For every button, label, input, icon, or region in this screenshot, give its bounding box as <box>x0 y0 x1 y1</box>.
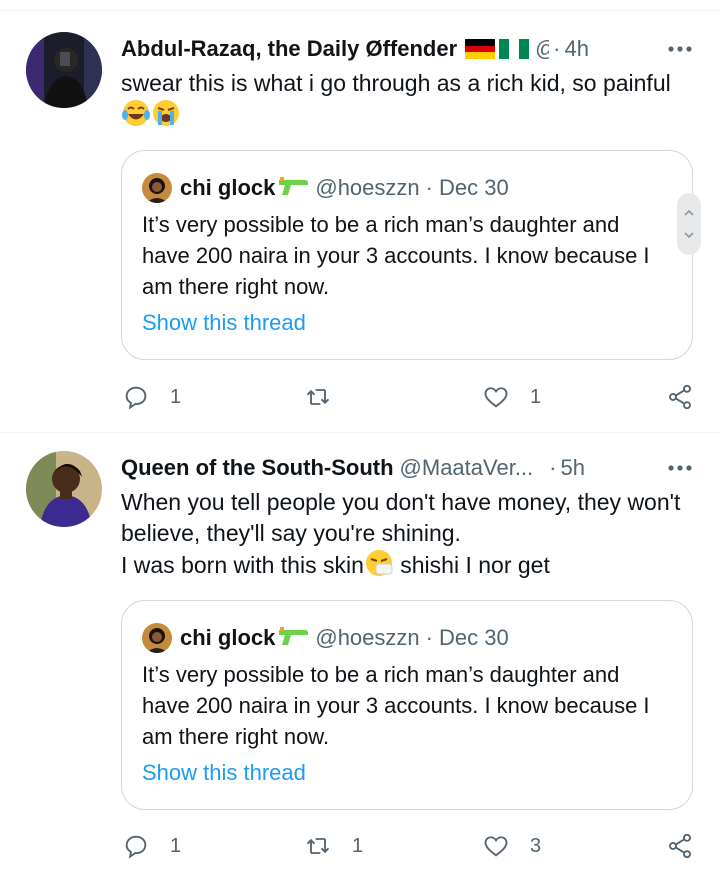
scroll-handle[interactable] <box>677 193 701 255</box>
more-icon[interactable] <box>666 453 694 483</box>
display-name[interactable]: Queen of the South-South <box>121 455 394 481</box>
quoted-tweet[interactable]: chi glock @hoeszzn · Dec 30 It’s very po… <box>121 600 693 810</box>
separator-dot: · <box>425 625 433 650</box>
loudly-crying-face-icon <box>151 99 181 135</box>
show-thread-link[interactable]: Show this thread <box>142 310 306 336</box>
water-pistol-icon <box>277 624 309 653</box>
quoted-tweet-header: chi glock @hoeszzn · Dec 30 <box>142 621 509 655</box>
tweet-text-line-2a: I was born with this skin <box>121 552 364 579</box>
retweet-count: 1 <box>352 834 364 857</box>
share-button[interactable] <box>666 382 694 412</box>
reply-icon <box>125 835 147 859</box>
reply-count: 1 <box>170 385 182 408</box>
quoted-date[interactable]: Dec 30 <box>439 625 509 651</box>
quoted-tweet-header: chi glock @hoeszzn · Dec 30 <box>142 171 509 205</box>
heart-icon <box>484 836 508 857</box>
handle[interactable]: @ <box>535 36 549 62</box>
water-pistol-icon <box>277 174 309 203</box>
heart-icon <box>484 387 508 408</box>
quoted-tweet[interactable]: chi glock @hoeszzn · Dec 30 It’s very po… <box>121 150 693 360</box>
reply-icon <box>125 386 147 410</box>
handle[interactable]: @MaataVer... <box>400 455 534 481</box>
timestamp[interactable]: 5h <box>560 455 584 481</box>
reply-button[interactable]: 1 <box>122 831 181 861</box>
timestamp[interactable]: 4h <box>564 36 588 62</box>
tweet-header: Abdul-Razaq, the Daily Øffender @ · 4h <box>121 34 700 64</box>
tweet-header: Queen of the South-South @MaataVer... · … <box>121 453 700 483</box>
like-count: 1 <box>530 385 542 408</box>
tweet-text-line-2b: shishi I nor get <box>393 552 550 579</box>
quoted-text: It’s very possible to be a rich man’s da… <box>142 662 650 749</box>
share-icon <box>669 384 691 410</box>
retweet-icon <box>306 389 330 405</box>
quoted-display-name[interactable]: chi glock <box>180 175 275 201</box>
tweet-text: When you tell people you don't have mone… <box>121 487 681 585</box>
retweet-button[interactable] <box>304 382 352 412</box>
face-with-tears-of-joy-icon <box>121 99 151 135</box>
quoted-text: It’s very possible to be a rich man’s da… <box>142 212 650 299</box>
tweet-2[interactable]: Queen of the South-South @MaataVer... · … <box>0 433 720 877</box>
display-name[interactable]: Abdul-Razaq, the Daily Øffender <box>121 36 457 62</box>
retweet-icon <box>306 838 330 854</box>
show-thread-link[interactable]: Show this thread <box>142 760 306 786</box>
reply-count: 1 <box>170 834 182 857</box>
share-button[interactable] <box>666 831 694 861</box>
quoted-handle[interactable]: @hoeszzn <box>315 175 419 201</box>
tweet-1[interactable]: Abdul-Razaq, the Daily Øffender @ · 4h s… <box>0 0 720 432</box>
quoted-date[interactable]: Dec 30 <box>439 175 509 201</box>
tweet-text: swear this is what i go through as a ric… <box>121 68 681 135</box>
tweet-text-content: swear this is what i go through as a ric… <box>121 70 671 96</box>
separator-dot: · <box>553 36 561 61</box>
avatar[interactable] <box>26 451 102 527</box>
like-count: 3 <box>530 834 542 857</box>
retweet-button[interactable]: 1 <box>304 831 363 861</box>
separator-dot: · <box>549 455 557 480</box>
nigeria-flag-icon <box>499 39 530 59</box>
quoted-avatar[interactable] <box>142 173 172 203</box>
reply-button[interactable]: 1 <box>122 382 181 412</box>
quoted-display-name[interactable]: chi glock <box>180 625 275 651</box>
separator-dot: · <box>425 175 433 200</box>
like-button[interactable]: 3 <box>482 831 541 861</box>
quoted-handle[interactable]: @hoeszzn <box>315 625 419 651</box>
more-icon[interactable] <box>666 34 694 64</box>
tweet-actions: 1 1 3 <box>0 831 720 861</box>
tweet-text-line-1: When you tell people you don't have mone… <box>121 489 681 546</box>
like-button[interactable]: 1 <box>482 382 541 412</box>
quoted-avatar[interactable] <box>142 623 172 653</box>
tweet-text-line-2: I was born with this skin shishi I nor g… <box>121 549 681 585</box>
sneezing-face-icon <box>364 549 394 585</box>
avatar[interactable] <box>26 32 102 108</box>
share-icon <box>669 833 691 859</box>
germany-flag-icon <box>465 39 496 59</box>
tweet-actions: 1 1 <box>0 382 720 412</box>
